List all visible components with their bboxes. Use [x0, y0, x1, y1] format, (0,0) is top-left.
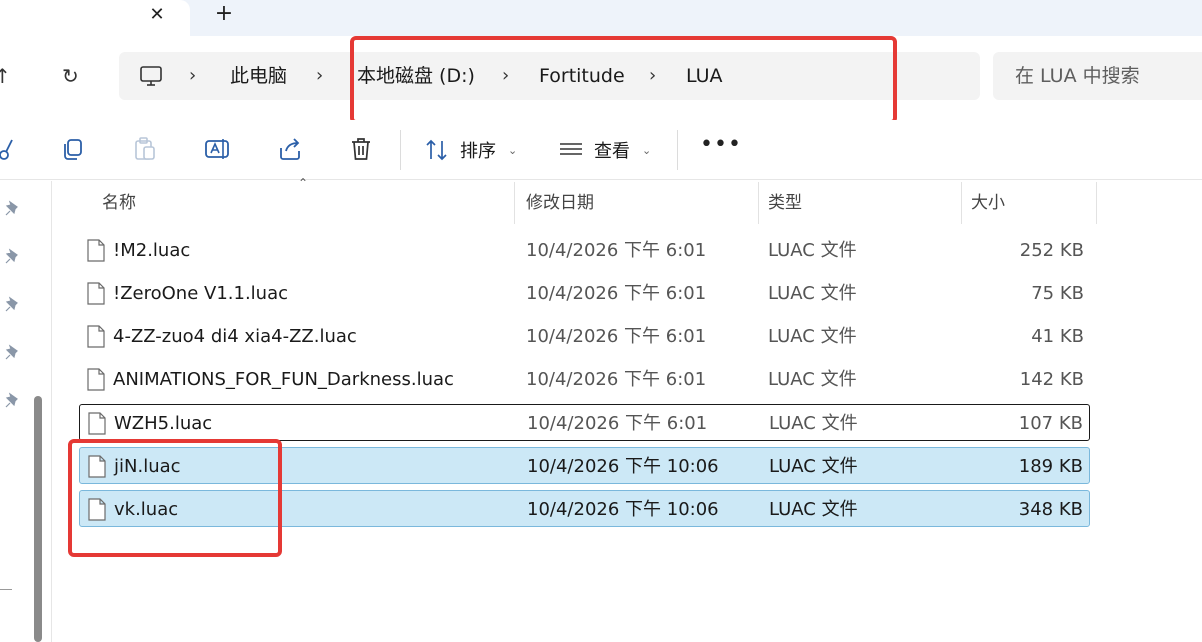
- file-icon: [87, 282, 105, 305]
- file-modified-date: 10/4/2026 下午 6:01: [527, 413, 708, 434]
- pin-icon[interactable]: [4, 295, 22, 313]
- new-tab-icon[interactable]: +: [212, 2, 236, 26]
- file-size: 107 KB: [1018, 413, 1083, 434]
- navigation-pane: [0, 181, 52, 642]
- file-icon: [87, 325, 105, 348]
- breadcrumb-separator[interactable]: ›: [189, 52, 196, 100]
- highlight-box-breadcrumb: [350, 36, 897, 124]
- file-size: 252 KB: [1019, 240, 1084, 261]
- file-name: WZH5.luac: [114, 413, 213, 434]
- file-type: LUAC 文件: [769, 413, 858, 434]
- sort-icon: [426, 139, 447, 161]
- column-type[interactable]: 类型: [768, 182, 802, 224]
- close-tab-icon[interactable]: ✕: [146, 4, 168, 26]
- file-icon: [87, 239, 105, 262]
- column-divider[interactable]: [514, 182, 515, 224]
- file-size: 348 KB: [1018, 499, 1083, 520]
- file-name: ANIMATIONS_FOR_FUN_Darkness.luac: [113, 369, 454, 390]
- file-name: 4-ZZ-zuo4 di4 xia4-ZZ.luac: [113, 326, 357, 347]
- more-options-icon[interactable]: •••: [700, 132, 742, 157]
- column-size[interactable]: 大小: [971, 182, 1005, 224]
- chevron-down-icon: ⌄: [642, 143, 652, 157]
- pin-icon[interactable]: [4, 199, 22, 217]
- file-type: LUAC 文件: [769, 499, 858, 520]
- command-bar: 排序 ⌄ 查看 ⌄ •••: [0, 120, 1202, 180]
- delete-icon[interactable]: [348, 136, 374, 162]
- breadcrumb-this-pc[interactable]: 此电脑: [230, 52, 287, 100]
- column-name[interactable]: 名称: [102, 182, 136, 224]
- file-icon: [88, 412, 106, 435]
- view-icon: [560, 143, 582, 155]
- share-icon[interactable]: [277, 136, 303, 162]
- file-type: LUAC 文件: [768, 369, 857, 390]
- column-date[interactable]: 修改日期: [526, 182, 594, 224]
- pin-icon[interactable]: [4, 247, 22, 265]
- refresh-icon[interactable]: ↻: [62, 64, 79, 88]
- file-modified-date: 10/4/2026 下午 6:01: [526, 240, 707, 261]
- file-modified-date: 10/4/2026 下午 10:06: [527, 456, 719, 477]
- file-size: 75 KB: [1031, 283, 1084, 304]
- highlight-box-new-files: [68, 439, 282, 557]
- search-input[interactable]: 在 LUA 中搜索: [993, 52, 1202, 100]
- sort-ascending-icon: ⌃: [298, 176, 309, 190]
- file-row[interactable]: ANIMATIONS_FOR_FUN_Darkness.luac 10/4/202…: [79, 361, 1090, 398]
- file-type: LUAC 文件: [768, 240, 857, 261]
- file-name: !M2.luac: [113, 240, 191, 261]
- toolbar-divider: [677, 130, 678, 170]
- computer-icon: [140, 66, 162, 86]
- file-size: 41 KB: [1031, 326, 1084, 347]
- chevron-down-icon: ⌄: [508, 143, 518, 157]
- column-divider[interactable]: [961, 182, 962, 224]
- copy-icon[interactable]: [60, 136, 86, 162]
- file-name: !ZeroOne V1.1.luac: [113, 283, 289, 304]
- file-modified-date: 10/4/2026 下午 6:01: [526, 369, 707, 390]
- file-row[interactable]: !ZeroOne V1.1.luac 10/4/2026 下午 6:01 LUAC …: [79, 275, 1090, 312]
- nav-pane-scrollbar[interactable]: [34, 396, 42, 642]
- file-modified-date: 10/4/2026 下午 6:01: [526, 283, 707, 304]
- up-arrow-icon[interactable]: ↑: [0, 64, 11, 88]
- file-row[interactable]: WZH5.luac 10/4/2026 下午 6:01 LUAC 文件 107 KB: [79, 404, 1090, 441]
- cut-icon[interactable]: [0, 136, 18, 162]
- rename-icon[interactable]: [204, 136, 230, 162]
- toolbar-divider: [400, 130, 401, 170]
- breadcrumb-separator[interactable]: ›: [316, 52, 323, 100]
- active-tab[interactable]: ✕: [0, 0, 190, 36]
- file-type: LUAC 文件: [769, 456, 858, 477]
- file-icon: [87, 368, 105, 391]
- file-modified-date: 10/4/2026 下午 10:06: [527, 499, 719, 520]
- file-size: 142 KB: [1019, 369, 1084, 390]
- file-row[interactable]: 4-ZZ-zuo4 di4 xia4-ZZ.luac 10/4/2026 下午 6…: [79, 318, 1090, 355]
- view-label: 查看: [594, 141, 630, 162]
- column-divider[interactable]: [758, 182, 759, 224]
- sort-button[interactable]: 排序 ⌄: [424, 120, 517, 180]
- search-placeholder: 在 LUA 中搜索: [1015, 65, 1140, 87]
- view-button[interactable]: 查看 ⌄: [558, 120, 651, 180]
- pin-icon[interactable]: [4, 391, 22, 409]
- file-type: LUAC 文件: [768, 326, 857, 347]
- file-type: LUAC 文件: [768, 283, 857, 304]
- tab-strip: ✕ +: [0, 0, 1202, 36]
- column-header: ⌃ 名称 修改日期 类型 大小: [80, 176, 1202, 224]
- file-row[interactable]: !M2.luac 10/4/2026 下午 6:01 LUAC 文件 252 KB: [79, 232, 1090, 269]
- column-divider[interactable]: [1096, 182, 1097, 224]
- file-modified-date: 10/4/2026 下午 6:01: [526, 326, 707, 347]
- file-size: 189 KB: [1018, 456, 1083, 477]
- pin-icon[interactable]: [4, 343, 22, 361]
- pane-divider: [0, 589, 12, 590]
- paste-icon[interactable]: [132, 136, 158, 162]
- sort-label: 排序: [460, 141, 496, 162]
